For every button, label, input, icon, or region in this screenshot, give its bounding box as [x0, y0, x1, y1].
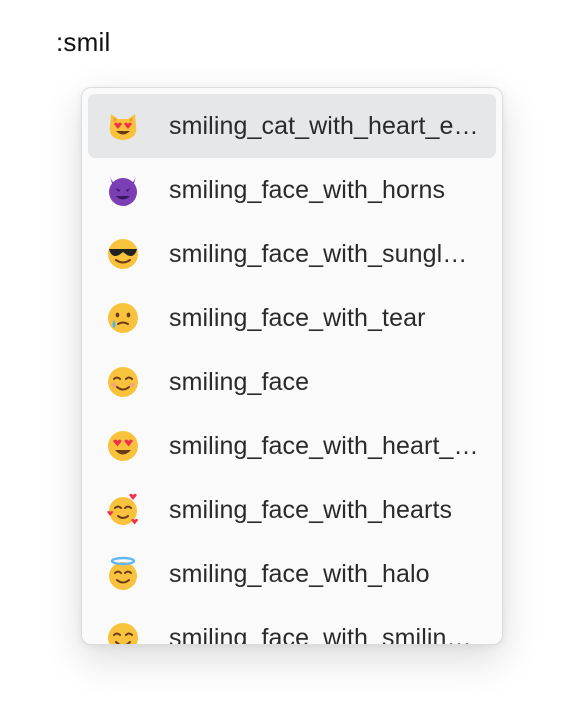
suggestion-list: smiling_cat_with_heart_eyes smiling_face… — [82, 94, 502, 645]
suggestion-label: smiling_face_with_tear — [169, 303, 426, 332]
smiling-face-horns-icon — [105, 172, 141, 208]
suggestion-label: smiling_face_with_halo — [169, 559, 430, 588]
suggestion-label: smiling_face_with_smiling_eyes — [169, 623, 479, 645]
suggestion-item-smiling-face[interactable]: smiling_face — [88, 350, 496, 414]
suggestion-label: smiling_face_with_heart_eyes — [169, 431, 479, 460]
smiling-cat-heart-eyes-icon — [105, 108, 141, 144]
smiling-face-tear-icon — [105, 300, 141, 336]
smiling-face-hearts-icon — [105, 492, 141, 528]
query-text: :smil — [56, 27, 111, 57]
suggestion-item-smiling-face-with-halo[interactable]: smiling_face_with_halo — [88, 542, 496, 606]
smiling-face-icon — [105, 364, 141, 400]
suggestion-item-smiling-face-with-hearts[interactable]: smiling_face_with_hearts — [88, 478, 496, 542]
suggestion-label: smiling_face_with_sunglasses — [169, 239, 479, 268]
smiling-face-smiling-eyes-icon — [105, 620, 141, 644]
suggestion-label: smiling_face_with_horns — [169, 175, 446, 204]
suggestion-item-smiling-face-with-horns[interactable]: smiling_face_with_horns — [88, 158, 496, 222]
emoji-suggestion-popup: smiling_cat_with_heart_eyes smiling_face… — [81, 87, 503, 645]
suggestion-item-smiling-face-with-heart-eyes[interactable]: smiling_face_with_heart_eyes — [88, 414, 496, 478]
suggestion-label: smiling_face — [169, 367, 310, 396]
smiling-face-heart-eyes-icon — [105, 428, 141, 464]
smiling-face-sunglasses-icon — [105, 236, 141, 272]
suggestion-item-smiling-face-with-smiling-eyes[interactable]: smiling_face_with_smiling_eyes — [88, 606, 496, 645]
suggestion-label: smiling_face_with_hearts — [169, 495, 453, 524]
suggestion-item-smiling-face-with-tear[interactable]: smiling_face_with_tear — [88, 286, 496, 350]
suggestion-item-smiling-face-with-sunglasses[interactable]: smiling_face_with_sunglasses — [88, 222, 496, 286]
suggestion-label: smiling_cat_with_heart_eyes — [169, 111, 479, 140]
suggestion-item-smiling-cat-with-heart-eyes[interactable]: smiling_cat_with_heart_eyes — [88, 94, 496, 158]
smiling-face-halo-icon — [105, 556, 141, 592]
